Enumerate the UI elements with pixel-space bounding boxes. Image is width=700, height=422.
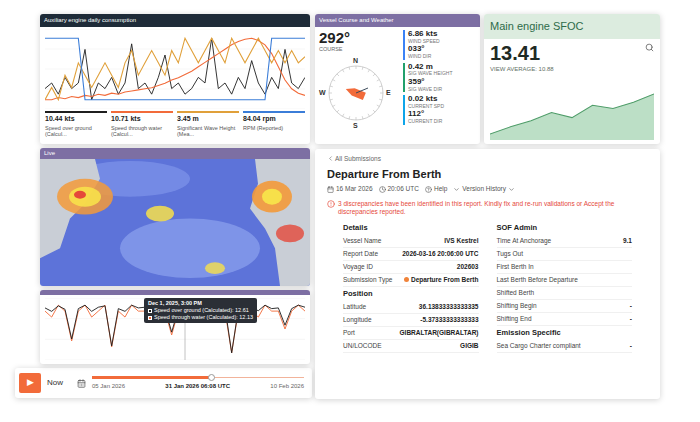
legend-item: 3.45 mSignificant Wave Height (Mea... — [177, 111, 239, 138]
time-slider[interactable]: 05 Jan 2026 31 Jan 2026 06:08 UTC 10 Feb 2… — [92, 376, 308, 391]
version-history-button[interactable]: Version History — [453, 184, 515, 194]
app: Auxiliary engine daily consumption 10.44 … — [0, 0, 700, 422]
slider-thumb[interactable] — [208, 374, 215, 381]
field-row: Voyage ID202603 — [343, 261, 479, 274]
report-section: PositionLatitude36.13833333333335Longitu… — [343, 287, 479, 353]
field-row: First Berth In — [497, 261, 633, 274]
chart-line — [45, 38, 305, 100]
left-column: Auxiliary engine daily consumption 10.44 … — [15, 14, 312, 422]
series-swatch — [148, 309, 152, 313]
right-column: Vessel Course and Weather 292°COURSE NESW 6… — [315, 14, 660, 422]
sfoc-value: 13.41 — [490, 43, 554, 63]
vessel-course-panel: Vessel Course and Weather 292°COURSE NESW 6… — [315, 14, 480, 144]
chart-line — [45, 305, 305, 353]
chevron-down-icon — [508, 186, 515, 193]
field-row: PortGIBRALTAR(GIBRALTAR) — [343, 327, 479, 340]
now-label[interactable]: Now — [47, 377, 63, 389]
reading-group: 6.86 ktsWIND SPEED033°WIND DIR — [403, 30, 476, 60]
speed-chart-panel: Dec 1, 2025, 3:00 PMSpeed over ground (C… — [40, 290, 310, 364]
map-panel: Live — [40, 148, 310, 286]
field-row: Tugs Out — [497, 248, 633, 261]
line-chart — [45, 29, 305, 109]
aux-chart-panel: Auxiliary engine daily consumption 10.44 … — [40, 14, 310, 144]
chart-line — [45, 38, 305, 100]
reading: 112°CURRENT DIR — [408, 110, 476, 124]
clock-icon — [379, 186, 386, 193]
course-value: 292° — [319, 30, 350, 45]
legend-item: 10.71 ktsSpeed through water (Calcul... — [111, 111, 173, 138]
section-title: Details — [343, 221, 479, 235]
help-icon — [425, 186, 432, 193]
chart-line — [45, 38, 305, 100]
discrepancy-alert: 3 discrepancies have been identified in … — [327, 200, 648, 217]
sfoc-panel: Main engine SFOC 13.41 VIEW AVERAGE: 10.88 — [484, 14, 660, 144]
chart-tooltip: Dec 1, 2025, 3:00 PMSpeed over ground (C… — [144, 298, 257, 323]
back-link[interactable]: All Submissions — [327, 154, 648, 164]
sfoc-average: VIEW AVERAGE: 10.88 — [490, 65, 554, 74]
start-date: 05 Jan 2026 — [92, 382, 125, 391]
field-row: Longitude-5.37333333333333 — [343, 314, 479, 327]
chevron-down-icon — [453, 186, 460, 193]
reading: 0.42 mSIG WAVE HEIGHT — [408, 63, 476, 77]
field-row: Time At Anchorage9.1 — [497, 235, 633, 248]
current-date: 31 Jan 2026 06:08 UTC — [165, 382, 230, 391]
search-icon[interactable] — [645, 43, 654, 52]
reading: 6.86 ktsWIND SPEED — [408, 30, 476, 44]
section-title: Position — [343, 287, 479, 301]
field-row: Shifting Begin- — [497, 300, 633, 313]
reading: 0.02 ktsCURRENT SPD — [408, 95, 476, 109]
section-title: SOF Admin — [497, 221, 633, 235]
timeline-bar: ▶ Now 05 Jan 2026 31 Jan 2026 06:08 UTC 10 F… — [15, 368, 312, 398]
report-section: Emission SpecificSea Cargo Charter compl… — [497, 326, 633, 353]
section-title: Emission Specific — [497, 326, 633, 340]
field-row: Shifting End- — [497, 313, 633, 326]
ship-icon — [344, 85, 366, 100]
calendar-icon[interactable] — [77, 379, 86, 388]
legend-item: 10.44 ktsSpeed over ground (Calcul... — [45, 111, 107, 138]
calendar-icon — [327, 186, 334, 193]
reading-group: 0.42 mSIG WAVE HEIGHT359°SIG WAVE DIR — [403, 63, 476, 93]
field-row: Submission TypeDeparture From Berth — [343, 274, 479, 287]
chart-legend: 10.44 ktsSpeed over ground (Calcul...10.… — [40, 109, 310, 138]
field-row: Shifted Berth — [497, 287, 633, 300]
compass: NESW — [319, 56, 393, 130]
field-row: UN/LOCODEGIGIB — [343, 340, 479, 353]
alert-icon — [327, 200, 335, 208]
report-section: SOF AdminTime At Anchorage9.1Tugs OutFir… — [497, 221, 633, 326]
reading: 359°SIG WAVE DIR — [408, 78, 476, 92]
field-row: Latitude36.13833333333335 — [343, 301, 479, 314]
panel-header: Vessel Course and Weather — [315, 14, 480, 27]
series-swatch — [148, 316, 152, 320]
panel-header: Auxiliary engine daily consumption — [40, 14, 310, 27]
chart-line — [45, 38, 305, 100]
field-row: Report Date2026-03-16 20:06:00 UTC — [343, 248, 479, 261]
chart-line — [45, 305, 305, 353]
report-time: 20:06 UTC — [379, 184, 419, 194]
status-dot — [404, 277, 409, 282]
help-button[interactable]: Help — [425, 184, 447, 194]
field-row: Sea Cargo Charter compliant- — [497, 340, 633, 353]
report-title: Departure From Berth — [327, 166, 648, 183]
panel-header — [40, 290, 310, 295]
panel-header: Live — [40, 148, 310, 159]
area-chart — [490, 88, 654, 140]
report-date: 16 Mar 2026 — [327, 184, 373, 194]
reading-group: 0.02 ktsCURRENT SPD112°CURRENT DIR — [403, 95, 476, 125]
play-button[interactable]: ▶ — [19, 373, 41, 393]
weather-map[interactable] — [40, 159, 310, 286]
field-row: Last Berth Before Departure — [497, 274, 633, 287]
report-panel: All Submissions Departure From Berth16 Ma… — [315, 149, 660, 399]
field-row: Vessel NameIVS Kestrel — [343, 235, 479, 248]
report-section: DetailsVessel NameIVS KestrelReport Date… — [343, 221, 479, 287]
end-date: 10 Feb 2026 — [270, 382, 304, 391]
legend-item: 84.04 rpmRPM (Reported) — [243, 111, 305, 138]
panel-title: Main engine SFOC — [490, 18, 584, 35]
reading: 033°WIND DIR — [408, 45, 476, 59]
chevron-left-icon — [327, 155, 334, 162]
course-label: COURSE — [319, 45, 343, 53]
